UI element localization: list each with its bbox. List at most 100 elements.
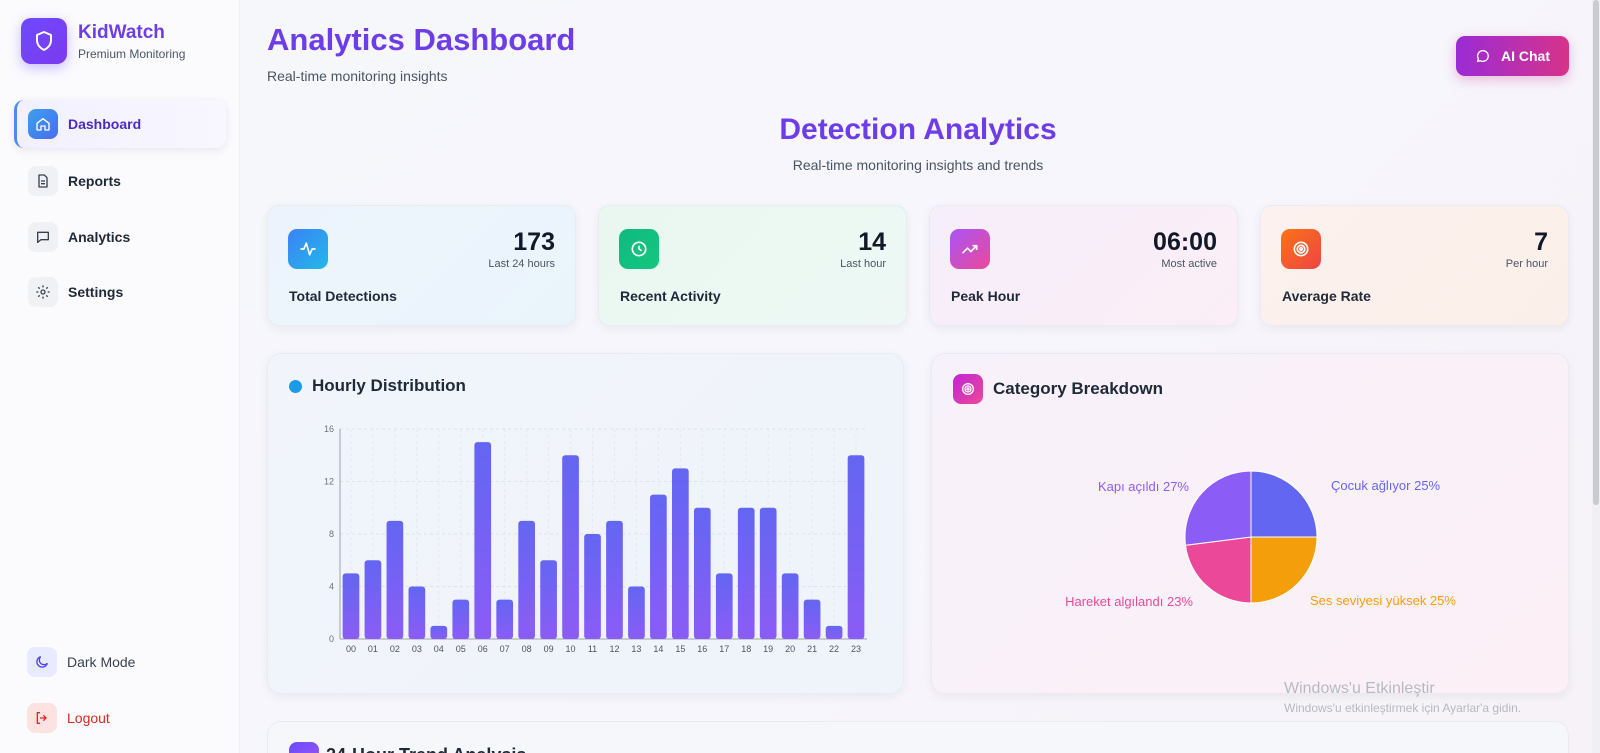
stat-value: 06:00	[1153, 228, 1217, 256]
x-tick-label: 09	[544, 644, 554, 654]
bar	[672, 468, 689, 639]
y-tick-label: 12	[324, 477, 334, 487]
page-subtitle: Real-time monitoring insights	[267, 68, 448, 84]
x-tick-label: 23	[851, 644, 861, 654]
x-tick-label: 11	[588, 644, 597, 654]
stat-label: Recent Activity	[620, 288, 721, 304]
trend-panel: 24-Hour Trend Analysis	[267, 721, 1569, 753]
sidebar-item-label: Settings	[68, 284, 124, 300]
sidebar-item-settings[interactable]: Settings	[14, 268, 226, 316]
home-icon	[28, 109, 58, 139]
bar	[759, 507, 777, 639]
brand-tagline: Premium Monitoring	[78, 46, 186, 61]
dark-mode-label: Dark Mode	[67, 654, 136, 670]
stat-note: Per hour	[1505, 258, 1548, 270]
gear-icon	[28, 277, 58, 307]
bar	[737, 507, 755, 639]
bar	[847, 455, 865, 639]
sidebar-item-label: Analytics	[68, 229, 131, 245]
logout-button[interactable]: Logout	[14, 696, 226, 740]
stat-label: Average Rate	[1282, 288, 1371, 304]
brand[interactable]: KidWatch Premium Monitoring	[21, 18, 185, 64]
x-tick-label: 01	[368, 644, 378, 654]
section-title: Detection Analytics	[779, 113, 1057, 146]
x-tick-label: 21	[807, 644, 817, 654]
bar	[781, 573, 799, 639]
sidebar: KidWatch Premium Monitoring Dashboard Re…	[0, 0, 240, 753]
bar	[496, 599, 514, 639]
bar	[408, 586, 426, 639]
moon-icon	[27, 647, 57, 677]
ai-chat-label: AI Chat	[1501, 48, 1550, 64]
document-icon	[28, 166, 58, 196]
sidebar-item-dashboard[interactable]: Dashboard	[14, 100, 226, 148]
bar	[430, 625, 448, 639]
stat-note: Most active	[1161, 258, 1217, 270]
logout-icon	[27, 703, 57, 733]
logout-label: Logout	[67, 710, 110, 726]
x-tick-label: 07	[500, 644, 510, 654]
x-tick-label: 08	[522, 644, 532, 654]
bar	[693, 507, 711, 639]
category-pie-chart: Çocuk ağlıyor 25% Ses seviyesi yüksek 25%…	[1065, 470, 1456, 609]
pie-label: Hareket algılandı 23%	[1065, 594, 1193, 609]
x-tick-label: 19	[763, 644, 773, 654]
bar	[364, 560, 382, 639]
hourly-bar-chart: 048121600 01 02 03 04 05 06 07 08 09 10 11 12 13 14 15 1…	[324, 424, 867, 654]
sidebar-item-label: Reports	[68, 173, 121, 189]
bar	[650, 494, 667, 639]
pie-slice	[1250, 536, 1318, 604]
section-subtitle: Real-time monitoring insights and trends	[792, 157, 1044, 173]
x-tick-label: 12	[609, 644, 619, 654]
x-tick-label: 02	[390, 644, 400, 654]
y-tick-label: 4	[329, 582, 334, 592]
y-tick-label: 0	[329, 634, 334, 644]
stat-card-recent-activity: 14 Last hour Recent Activity	[598, 205, 907, 326]
bar	[562, 455, 579, 639]
bar	[825, 625, 843, 639]
stat-value: 14	[858, 228, 886, 256]
x-tick-label: 10	[566, 644, 576, 654]
scrollbar-thumb[interactable]	[1593, 0, 1599, 505]
sidebar-item-analytics[interactable]: Analytics	[14, 213, 226, 261]
sidebar-item-reports[interactable]: Reports	[14, 157, 226, 205]
bar	[584, 534, 601, 639]
activation-watermark-subtitle: Windows'u etkinleştirmek için Ayarlar'a …	[1284, 701, 1522, 715]
bar	[803, 599, 821, 639]
x-tick-label: 17	[719, 644, 729, 654]
trend-up-icon	[950, 229, 990, 269]
message-icon	[1476, 49, 1489, 63]
dark-mode-toggle[interactable]: Dark Mode	[14, 640, 226, 684]
stat-label: Peak Hour	[951, 288, 1021, 304]
x-tick-label: 13	[631, 644, 641, 654]
bar	[474, 442, 492, 639]
stat-card-total-detections: 173 Last 24 hours Total Detections	[267, 205, 576, 326]
shield-icon	[21, 18, 67, 64]
x-tick-label: 00	[346, 644, 356, 654]
bar	[715, 573, 733, 639]
pie-slice	[1184, 536, 1252, 604]
scrollbar[interactable]	[1592, 0, 1600, 753]
bar	[628, 586, 645, 639]
bar	[452, 599, 470, 639]
x-tick-label: 05	[456, 644, 466, 654]
stat-value: 7	[1534, 228, 1548, 256]
page-title: Analytics Dashboard	[267, 22, 576, 57]
hourly-distribution-panel: Hourly Distribution 0 4 8 12 16 00 01 02 03 04 05 0…	[267, 353, 904, 694]
activation-watermark-title: Windows'u Etkinleştir	[1284, 680, 1435, 697]
bar	[342, 573, 360, 639]
sidebar-item-label: Dashboard	[68, 116, 142, 132]
pie-slice	[1184, 470, 1252, 546]
ai-chat-button[interactable]: AI Chat	[1456, 36, 1569, 76]
stat-value: 173	[513, 228, 555, 256]
x-tick-label: 14	[653, 644, 663, 654]
y-tick-label: 8	[329, 529, 334, 539]
pie-label: Çocuk ağlıyor 25%	[1331, 478, 1441, 493]
stat-note: Last hour	[840, 258, 886, 270]
x-tick-label: 06	[478, 644, 488, 654]
pie-label: Ses seviyesi yüksek 25%	[1310, 593, 1456, 608]
panel-title: 24-Hour Trend Analysis	[326, 745, 526, 753]
stat-card-average-rate: 7 Per hour Average Rate	[1260, 205, 1569, 326]
category-breakdown-panel: Category Breakdown Çocuk ağlıyor 25% Ses …	[931, 353, 1569, 694]
x-tick-label: 15	[675, 644, 685, 654]
